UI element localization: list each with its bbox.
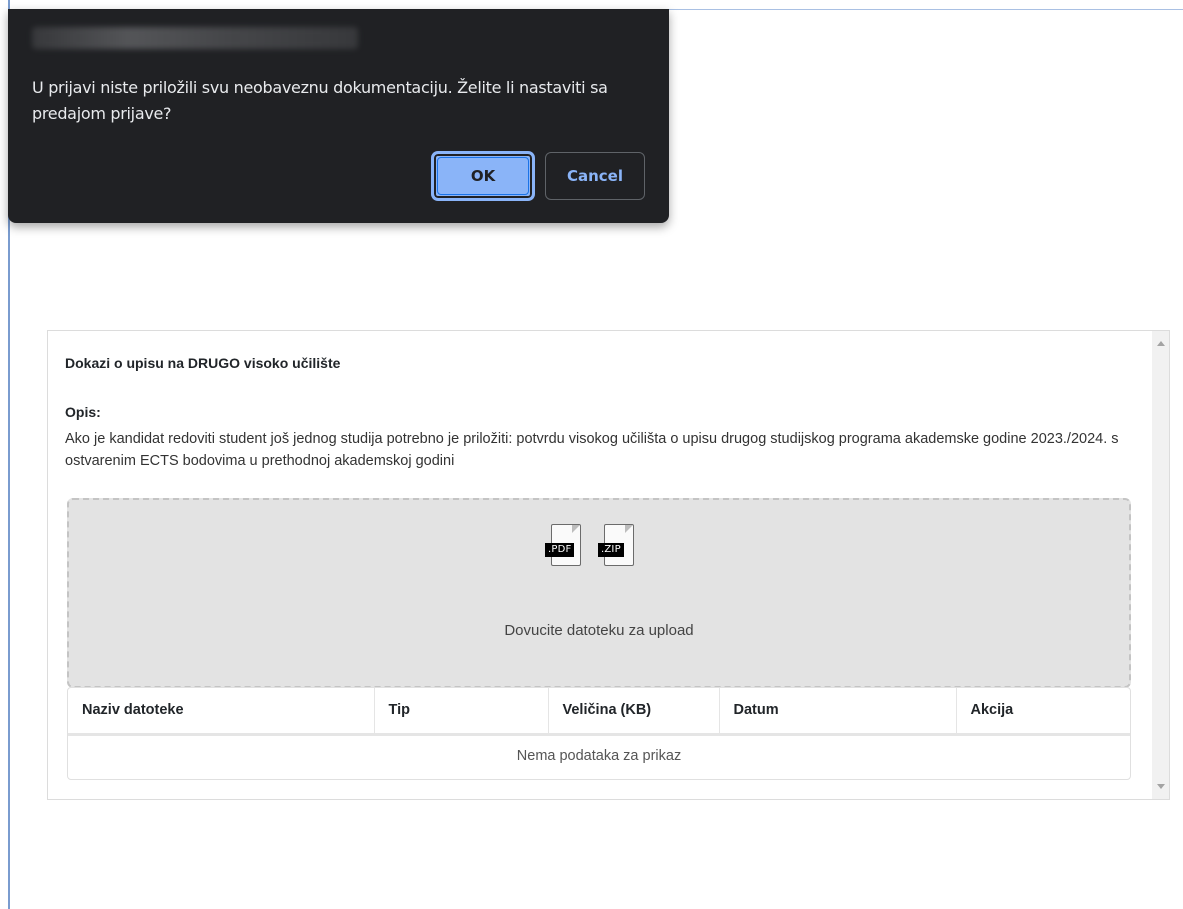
column-header-name[interactable]: Naziv datoteke [68, 688, 375, 736]
table-row: Nema podataka za prikaz [68, 734, 1130, 777]
document-upload-panel: Dokazi o upisu na DRUGO visoko učilište … [47, 330, 1170, 800]
scroll-up-arrow-icon[interactable] [1157, 341, 1165, 346]
zip-file-label: .ZIP [598, 543, 624, 557]
table-header-row: Naziv datoteke Tip Veličina (KB) Datum A… [68, 688, 1130, 736]
dropzone-text: Dovucite datoteku za upload [504, 622, 694, 639]
column-header-action[interactable]: Akcija [956, 688, 1130, 736]
empty-table-message: Nema podataka za prikaz [516, 748, 682, 765]
cancel-button-label: Cancel [566, 167, 623, 185]
column-header-size[interactable]: Veličina (KB) [548, 688, 720, 736]
description-label: Opis: [65, 404, 101, 420]
column-header-date[interactable]: Datum [719, 688, 957, 736]
scroll-down-arrow-icon[interactable] [1157, 784, 1165, 789]
pdf-file-icon: .PDF [545, 524, 581, 566]
panel-scrollbar[interactable] [1152, 331, 1169, 799]
ok-button-focus-ring [437, 157, 529, 195]
confirm-dialog: U prijavi niste priložili svu neobaveznu… [8, 9, 669, 223]
description-text: Ako je kandidat redoviti student još jed… [65, 431, 1119, 469]
dialog-origin-blurred [32, 27, 358, 49]
document-title: Dokazi o upisu na DRUGO visoko učilište [65, 355, 341, 371]
zip-file-icon: .ZIP [598, 524, 634, 566]
files-table: Naziv datoteke Tip Veličina (KB) Datum A… [67, 687, 1131, 780]
pdf-file-label: .PDF [545, 543, 575, 557]
column-header-type[interactable]: Tip [374, 688, 549, 736]
dialog-message: U prijavi niste priložili svu neobaveznu… [32, 78, 608, 123]
ok-button[interactable]: OK [432, 152, 534, 200]
file-type-icons: .PDF .ZIP [545, 524, 634, 566]
file-dropzone[interactable]: .PDF .ZIP Dovucite datoteku za upload [67, 498, 1131, 688]
cancel-button[interactable]: Cancel [545, 152, 645, 200]
